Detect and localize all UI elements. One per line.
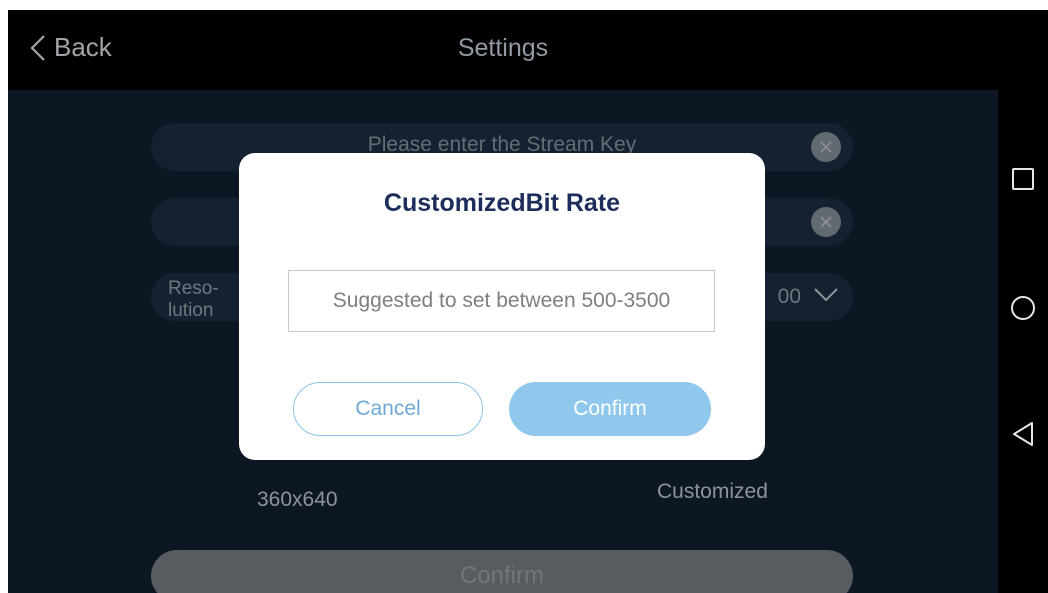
- system-nav-bar: [998, 10, 1048, 593]
- cancel-button[interactable]: Cancel: [293, 382, 483, 436]
- nav-back-button[interactable]: [1008, 419, 1038, 449]
- square-icon: [1012, 168, 1034, 190]
- triangle-left-icon: [1013, 422, 1033, 446]
- recents-button[interactable]: [1008, 164, 1038, 194]
- dialog-title: CustomizedBit Rate: [383, 189, 621, 217]
- confirm-button[interactable]: Confirm: [509, 382, 711, 436]
- device-screen: Back Settings Please enter the Stream Ke…: [8, 10, 1048, 593]
- settings-app: Back Settings Please enter the Stream Ke…: [8, 10, 998, 593]
- home-button[interactable]: [1008, 293, 1038, 323]
- circle-icon: [1011, 296, 1035, 320]
- bitrate-dialog: CustomizedBit Rate Cancel Confirm: [239, 153, 765, 460]
- bitrate-input[interactable]: [288, 270, 715, 332]
